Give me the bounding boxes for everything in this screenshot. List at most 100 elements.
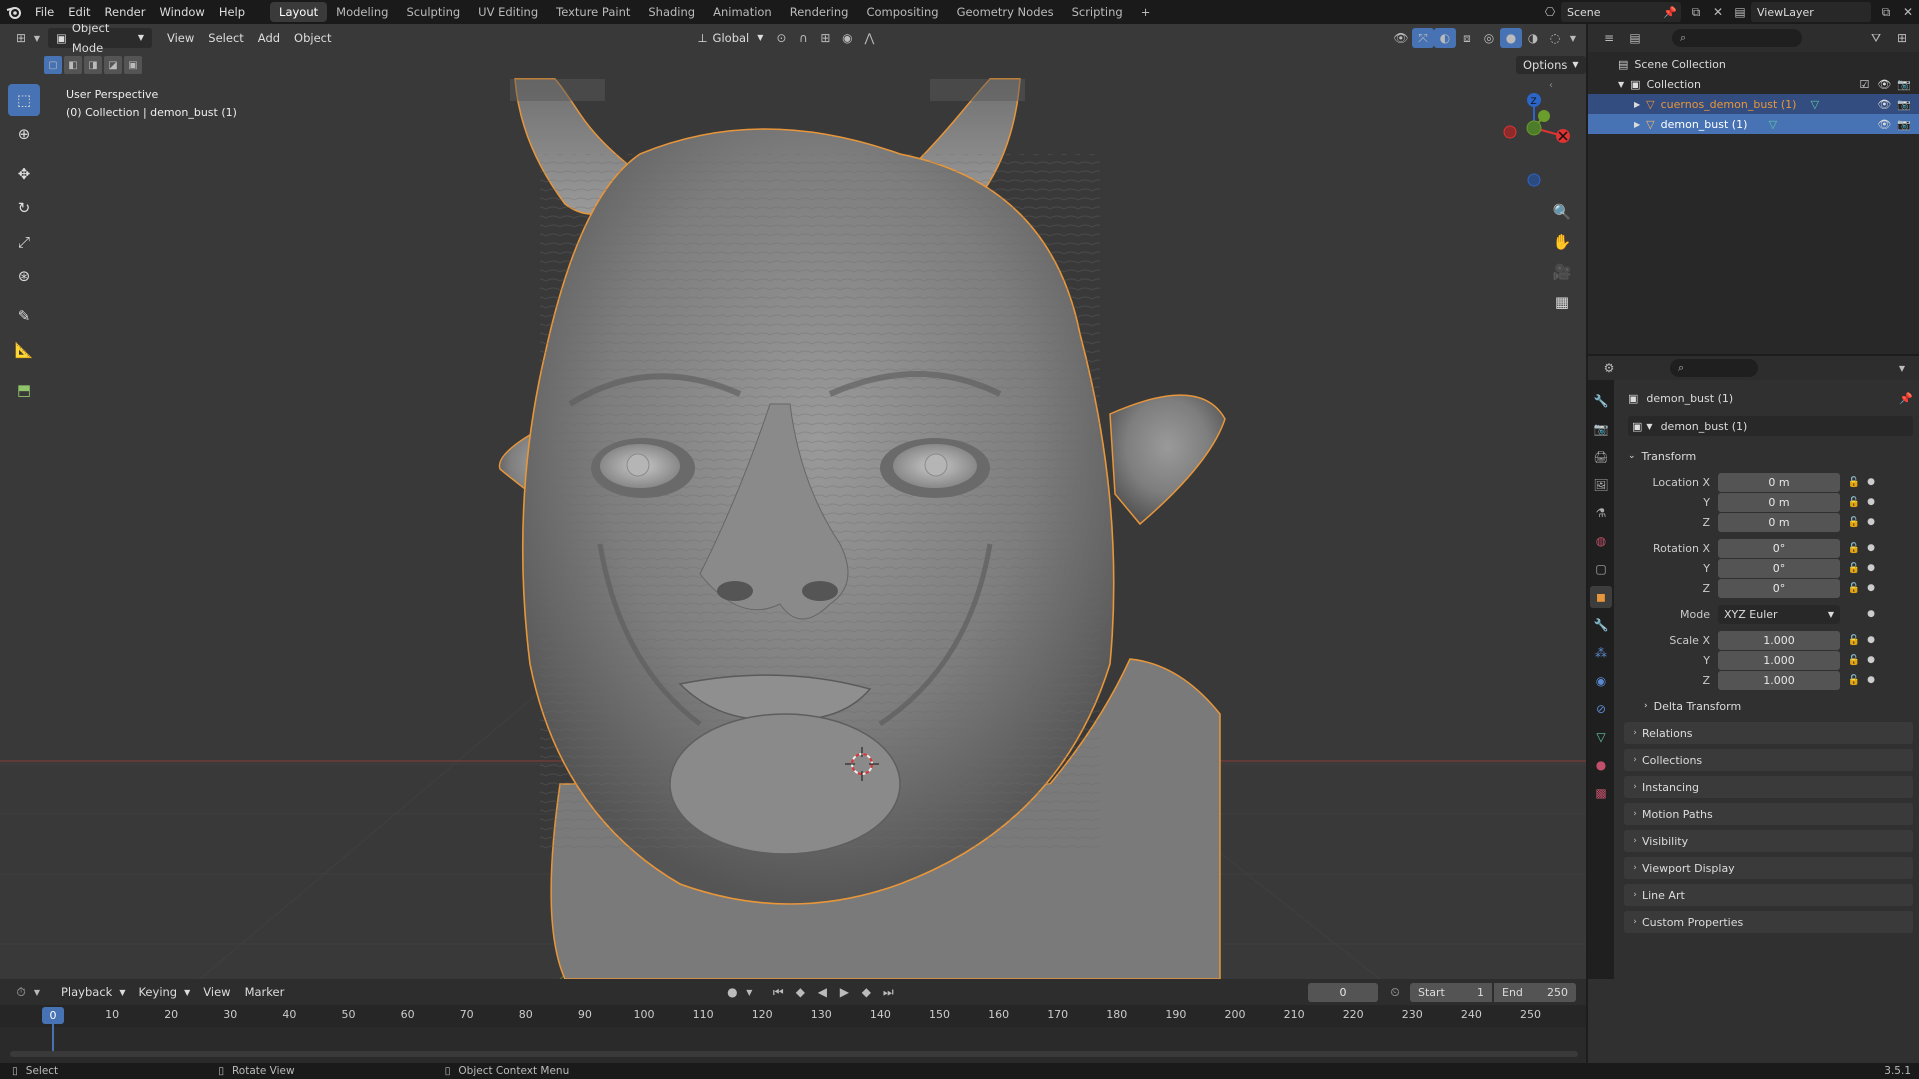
menu-help[interactable]: Help bbox=[212, 0, 252, 24]
select-subtract-icon[interactable]: ◨ bbox=[84, 56, 102, 74]
exclude-checkbox-icon[interactable]: ☑ bbox=[1859, 78, 1869, 91]
tab-layout[interactable]: Layout bbox=[270, 2, 328, 22]
scale-x-field[interactable]: 1.000 bbox=[1718, 630, 1840, 650]
collection-tab-icon[interactable]: ▢ bbox=[1590, 558, 1612, 580]
lock-icon[interactable]: 🔓 bbox=[1846, 563, 1862, 574]
panel-relations[interactable]: › Relations bbox=[1624, 722, 1913, 744]
menu-window[interactable]: Window bbox=[152, 0, 211, 24]
outliner-item-demon-bust[interactable]: ▶ ▽ demon_bust (1) ▽ 👁 📷 bbox=[1588, 114, 1919, 134]
navigation-gizmo[interactable]: Z bbox=[1490, 86, 1570, 196]
panel-custom-properties[interactable]: › Custom Properties bbox=[1624, 911, 1913, 933]
current-frame-field[interactable]: 0 bbox=[1308, 982, 1378, 1002]
mesh-data-icon[interactable]: ▽ bbox=[1769, 118, 1777, 131]
tab-rendering[interactable]: Rendering bbox=[781, 2, 858, 22]
expand-arrow-icon[interactable]: ▶ bbox=[1634, 100, 1640, 109]
jump-start-icon[interactable]: ⏮ bbox=[767, 982, 789, 1002]
scale-tool-icon[interactable]: ⤢ bbox=[8, 226, 40, 258]
tab-shading[interactable]: Shading bbox=[639, 2, 704, 22]
pan-hand-icon[interactable]: ✋ bbox=[1548, 228, 1576, 256]
panel-collections[interactable]: › Collections bbox=[1624, 749, 1913, 771]
jump-end-icon[interactable]: ⏭ bbox=[877, 982, 899, 1002]
display-mode-icon[interactable]: ▤ bbox=[1624, 28, 1646, 48]
pin-icon[interactable]: 📌 bbox=[1663, 6, 1677, 19]
visibility-eye-icon[interactable]: 👁 bbox=[1877, 98, 1891, 111]
proportional-edit-icon[interactable]: ◉ bbox=[836, 28, 858, 48]
preview-range-clock-icon[interactable]: ⏲ bbox=[1384, 982, 1406, 1002]
outliner-search-input[interactable]: ⌕ bbox=[1672, 29, 1802, 47]
select-extend-icon[interactable]: ◧ bbox=[64, 56, 82, 74]
annotate-tool-icon[interactable]: ✎ bbox=[8, 300, 40, 332]
tab-geometry-nodes[interactable]: Geometry Nodes bbox=[948, 2, 1063, 22]
delta-transform-subpanel[interactable]: › Delta Transform bbox=[1644, 696, 1904, 716]
keyframe-dot-icon[interactable]: ● bbox=[1866, 563, 1876, 573]
panel-line-art[interactable]: › Line Art bbox=[1624, 884, 1913, 906]
xray-toggle-icon[interactable]: ⧈ bbox=[1456, 28, 1478, 48]
expand-arrow-icon[interactable]: ▶ bbox=[1634, 120, 1640, 129]
tab-texture-paint[interactable]: Texture Paint bbox=[547, 2, 639, 22]
scale-z-field[interactable]: 1.000 bbox=[1718, 670, 1840, 690]
object-datablock-field[interactable]: ▣ ▼ demon_bust (1) bbox=[1628, 416, 1913, 436]
end-frame-field[interactable]: End 250 bbox=[1494, 982, 1576, 1002]
menu-edit[interactable]: Edit bbox=[61, 0, 97, 24]
lock-icon[interactable]: 🔓 bbox=[1846, 543, 1862, 554]
chevron-down-icon[interactable]: ▼ bbox=[743, 982, 755, 1002]
keyframe-dot-icon[interactable]: ● bbox=[1866, 517, 1876, 527]
new-view-layer-icon[interactable]: ⧉ bbox=[1875, 2, 1897, 22]
panel-visibility[interactable]: › Visibility bbox=[1624, 830, 1913, 852]
particles-tab-icon[interactable]: ⁂ bbox=[1590, 642, 1612, 664]
view-layer-selector[interactable]: ViewLayer bbox=[1751, 2, 1871, 22]
pin-icon[interactable]: 📌 bbox=[1899, 392, 1913, 405]
data-tab-icon[interactable]: ▽ bbox=[1590, 726, 1612, 748]
visibility-eye-icon[interactable]: 👁 bbox=[1877, 78, 1891, 91]
3d-viewport[interactable]: ⊞ ▼ ▣ Object Mode ▼ View Select Add Obje… bbox=[0, 24, 1586, 979]
tool-tab-icon[interactable]: 🔧 bbox=[1590, 390, 1612, 412]
menu-select[interactable]: Select bbox=[201, 28, 250, 48]
keyframe-dot-icon[interactable]: ● bbox=[1866, 655, 1876, 665]
mode-selector[interactable]: ▣ Object Mode ▼ bbox=[48, 24, 152, 55]
keyframe-dot-icon[interactable]: ● bbox=[1866, 635, 1876, 645]
properties-search-input[interactable]: ⌕ bbox=[1670, 359, 1758, 377]
snap-target-icon[interactable]: ⊞ bbox=[814, 28, 836, 48]
render-camera-icon[interactable]: 📷 bbox=[1897, 118, 1911, 131]
snap-magnet-icon[interactable]: ∩ bbox=[792, 28, 814, 48]
playhead-frame-indicator[interactable]: 0 bbox=[42, 1007, 64, 1024]
move-tool-icon[interactable]: ✥ bbox=[8, 158, 40, 190]
keyframe-dot-icon[interactable]: ● bbox=[1866, 497, 1876, 507]
tab-compositing[interactable]: Compositing bbox=[857, 2, 947, 22]
tab-animation[interactable]: Animation bbox=[704, 2, 781, 22]
rendered-shading-icon[interactable]: ◌ bbox=[1544, 28, 1566, 48]
add-workspace-button[interactable]: + bbox=[1132, 2, 1160, 22]
panel-instancing[interactable]: › Instancing bbox=[1624, 776, 1913, 798]
render-camera-icon[interactable]: 📷 bbox=[1897, 98, 1911, 111]
rotation-z-field[interactable]: 0° bbox=[1718, 578, 1840, 598]
output-tab-icon[interactable]: 🖨 bbox=[1590, 446, 1612, 468]
physics-tab-icon[interactable]: ◉ bbox=[1590, 670, 1612, 692]
pivot-point-icon[interactable]: ⊙ bbox=[770, 28, 792, 48]
menu-file[interactable]: File bbox=[28, 0, 61, 24]
select-box-tool-icon[interactable]: ⬚ bbox=[8, 84, 40, 116]
wireframe-shading-icon[interactable]: ◎ bbox=[1478, 28, 1500, 48]
keyframe-dot-icon[interactable]: ● bbox=[1866, 543, 1876, 553]
lock-icon[interactable]: 🔓 bbox=[1846, 675, 1862, 686]
blender-logo-icon[interactable] bbox=[0, 5, 28, 19]
menu-render[interactable]: Render bbox=[98, 0, 153, 24]
keyframe-dot-icon[interactable]: ● bbox=[1866, 609, 1876, 619]
cursor-tool-icon[interactable]: ⊕ bbox=[8, 118, 40, 150]
start-frame-field[interactable]: Start 1 bbox=[1410, 982, 1492, 1002]
transform-tool-icon[interactable]: ⊛ bbox=[8, 260, 40, 292]
outliner-collection[interactable]: ▼ ▣ Collection ☑ 👁 📷 bbox=[1588, 74, 1919, 94]
timeline-editor-type-icon[interactable]: ⏱ bbox=[10, 982, 32, 1002]
visibility-eye-icon[interactable]: 👁 bbox=[1390, 28, 1412, 48]
keyframe-dot-icon[interactable]: ● bbox=[1866, 583, 1876, 593]
solid-shading-icon[interactable]: ● bbox=[1500, 28, 1522, 48]
menu-view[interactable]: View bbox=[196, 982, 237, 1002]
gizmo-collapse-icon[interactable]: ‹ bbox=[1549, 80, 1553, 91]
rotation-y-field[interactable]: 0° bbox=[1718, 558, 1840, 578]
menu-keying[interactable]: Keying bbox=[131, 982, 184, 1002]
select-new-icon[interactable]: ▢ bbox=[44, 56, 62, 74]
add-cube-tool-icon[interactable]: ⬒ bbox=[8, 374, 40, 406]
menu-playback[interactable]: Playback bbox=[54, 982, 119, 1002]
menu-marker[interactable]: Marker bbox=[238, 982, 292, 1002]
view-layer-icon[interactable]: ▤ bbox=[1729, 2, 1751, 22]
texture-tab-icon[interactable]: ▩ bbox=[1590, 782, 1612, 804]
